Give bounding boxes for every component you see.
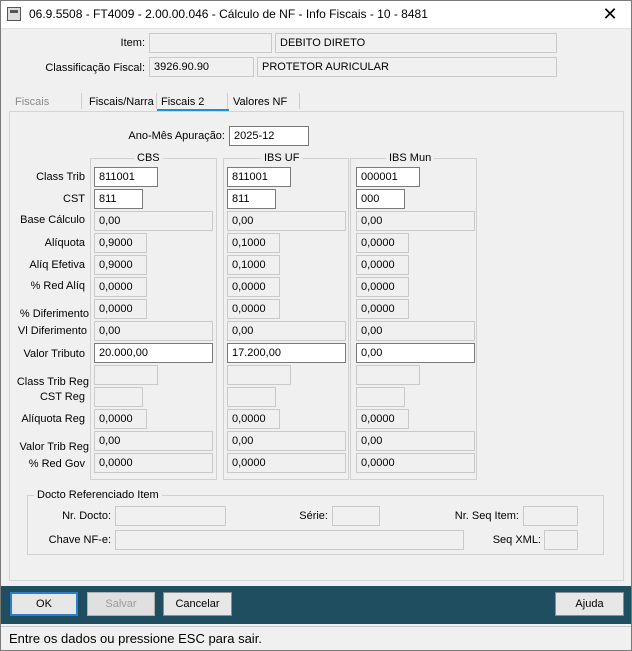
nr-seq-item-field[interactable] [523, 506, 578, 526]
class-trib-label: Class Trib [36, 171, 85, 183]
nr-docto-field[interactable] [115, 506, 226, 526]
cbs-diferimento-field[interactable]: 0,0000 [94, 299, 147, 319]
ibs-uf-aliquota-field[interactable]: 0,1000 [227, 233, 280, 253]
tab-separator [299, 93, 300, 109]
ibs-mun-valor-trib-reg-field[interactable]: 0,00 [356, 431, 475, 451]
tab-separator [81, 93, 82, 109]
aliquota-label: Alíquota [44, 237, 85, 249]
cbs-base-calculo-field[interactable]: 0,00 [94, 211, 213, 231]
ibs-mun-class-trib-reg-field[interactable] [356, 365, 420, 385]
red-gov-label: % Red Gov [28, 458, 85, 470]
ibs-mun-cst-reg-field[interactable] [356, 387, 405, 407]
ibs-uf-cst-reg-field[interactable] [227, 387, 276, 407]
ibs-mun-title: IBS Mun [386, 152, 435, 164]
cst-reg-label: CST Reg [39, 391, 85, 403]
salvar-button[interactable]: Salvar [87, 592, 155, 616]
class-trib-reg-label: Class Trib Reg [16, 376, 89, 388]
cbs-red-gov-field[interactable]: 0,0000 [94, 453, 213, 473]
ibs-uf-class-trib-reg-field[interactable] [227, 365, 291, 385]
tab-fiscais-narra[interactable]: Fiscais/Narra [89, 93, 154, 111]
tab-separator [227, 93, 228, 109]
ibs-uf-valor-tributo-field[interactable]: 17.200,00 [227, 343, 346, 363]
ibs-uf-title: IBS UF [261, 152, 303, 164]
cbs-red-aliq-field[interactable]: 0,0000 [94, 277, 147, 297]
ok-button[interactable]: OK [10, 592, 78, 616]
valor-tributo-label: Valor Tributo [23, 348, 85, 360]
cbs-cst-field[interactable]: 811 [94, 189, 143, 209]
ibs-uf-cst-field[interactable]: 811 [227, 189, 276, 209]
cst-label: CST [63, 193, 85, 205]
item-label: Item: [120, 37, 145, 49]
dialog-window: 06.9.5508 - FT4009 - 2.00.00.046 - Cálcu… [0, 0, 632, 651]
ibs-uf-aliq-efetiva-field[interactable]: 0,1000 [227, 255, 280, 275]
ibs-mun-red-aliq-field[interactable]: 0,0000 [356, 277, 409, 297]
classificacao-label: Classificação Fiscal: [45, 62, 145, 74]
ajuda-button[interactable]: Ajuda [555, 592, 624, 616]
seq-xml-label: Seq XML: [492, 534, 541, 546]
window-title: 06.9.5508 - FT4009 - 2.00.00.046 - Cálcu… [29, 7, 428, 21]
ibs-mun-diferimento-field[interactable]: 0,0000 [356, 299, 409, 319]
cbs-aliq-efetiva-field[interactable]: 0,9000 [94, 255, 147, 275]
chave-nfe-field[interactable] [115, 530, 464, 550]
classificacao-code-field[interactable]: 3926.90.90 [149, 57, 254, 77]
cbs-class-trib-reg-field[interactable] [94, 365, 158, 385]
ibs-mun-valor-tributo-field[interactable]: 0,00 [356, 343, 475, 363]
tab-separator [156, 93, 157, 109]
cbs-valor-trib-reg-field[interactable]: 0,00 [94, 431, 213, 451]
nr-docto-label: Nr. Docto: [62, 510, 111, 522]
ibs-mun-vl-diferimento-field[interactable]: 0,00 [356, 321, 475, 341]
tab-fiscais[interactable]: Fiscais [15, 93, 49, 111]
cbs-aliquota-reg-field[interactable]: 0,0000 [94, 409, 147, 429]
ibs-mun-aliquota-reg-field[interactable]: 0,0000 [356, 409, 409, 429]
cancelar-button[interactable]: Cancelar [163, 592, 232, 616]
seq-xml-field[interactable] [544, 530, 578, 550]
serie-label: Série: [299, 510, 328, 522]
ibs-uf-class-trib-field[interactable]: 811001 [227, 167, 291, 187]
base-calculo-label: Base Cálculo [20, 214, 85, 226]
ibs-uf-red-aliq-field[interactable]: 0,0000 [227, 277, 280, 297]
apuracao-field[interactable]: 2025-12 [229, 126, 309, 146]
tab-valores-nf[interactable]: Valores NF [233, 93, 287, 111]
ibs-mun-base-calculo-field[interactable]: 0,00 [356, 211, 475, 231]
app-icon [7, 7, 21, 21]
ibs-mun-cst-field[interactable]: 000 [356, 189, 405, 209]
apuracao-label: Ano-Mês Apuração: [128, 130, 225, 142]
item-desc-field[interactable]: DEBITO DIRETO [275, 33, 557, 53]
title-bar: 06.9.5508 - FT4009 - 2.00.00.046 - Cálcu… [1, 1, 631, 29]
red-aliq-label: % Red Alíq [30, 280, 85, 292]
cbs-cst-reg-field[interactable] [94, 387, 143, 407]
item-code-field[interactable] [149, 33, 272, 53]
cbs-aliquota-field[interactable]: 0,9000 [94, 233, 147, 253]
aliquota-reg-label: Alíquota Reg [21, 413, 85, 425]
close-icon[interactable]: ✕ [595, 1, 625, 28]
vl-diferimento-label: Vl Diferimento [17, 325, 87, 337]
ibs-mun-class-trib-field[interactable]: 000001 [356, 167, 420, 187]
ibs-uf-red-gov-field[interactable]: 0,0000 [227, 453, 346, 473]
ibs-mun-aliquota-field[interactable]: 0,0000 [356, 233, 409, 253]
ibs-uf-vl-diferimento-field[interactable]: 0,00 [227, 321, 346, 341]
ibs-uf-base-calculo-field[interactable]: 0,00 [227, 211, 346, 231]
ibs-uf-valor-trib-reg-field[interactable]: 0,00 [227, 431, 346, 451]
cbs-class-trib-field[interactable]: 811001 [94, 167, 158, 187]
cbs-vl-diferimento-field[interactable]: 0,00 [94, 321, 213, 341]
status-bar: Entre os dados ou pressione ESC para sai… [1, 626, 631, 650]
cbs-valor-tributo-field[interactable]: 20.000,00 [94, 343, 213, 363]
serie-field[interactable] [332, 506, 380, 526]
valor-trib-reg-label: Valor Trib Reg [19, 441, 90, 453]
docto-title: Docto Referenciado Item [34, 489, 162, 501]
aliq-efetiva-label: Alíq Efetiva [29, 259, 85, 271]
chave-nfe-label: Chave NF-e: [48, 534, 111, 546]
nr-seq-item-label: Nr. Seq Item: [454, 510, 519, 522]
diferimento-label: % Diferimento [19, 308, 89, 320]
ibs-mun-aliq-efetiva-field[interactable]: 0,0000 [356, 255, 409, 275]
ibs-uf-aliquota-reg-field[interactable]: 0,0000 [227, 409, 280, 429]
cbs-title: CBS [134, 152, 163, 164]
ibs-uf-diferimento-field[interactable]: 0,0000 [227, 299, 280, 319]
classificacao-desc-field[interactable]: PROTETOR AURICULAR [257, 57, 557, 77]
ibs-mun-red-gov-field[interactable]: 0,0000 [356, 453, 475, 473]
